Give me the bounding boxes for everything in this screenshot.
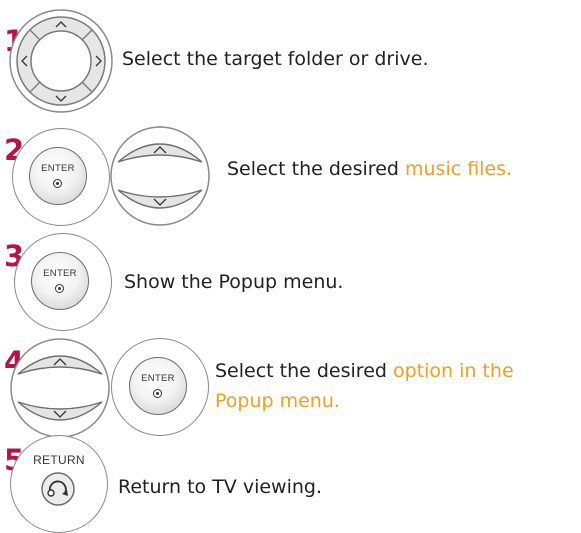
enter-button-icon: ENTER: [129, 357, 187, 415]
step-description: Select the desired music files.: [227, 158, 513, 180]
highlight-text: option in the: [393, 360, 514, 382]
enter-button-icon: ENTER: [29, 147, 87, 205]
enter-dot-icon: [55, 284, 64, 293]
enter-button-label: ENTER: [141, 373, 175, 384]
enter-button-label: ENTER: [41, 163, 75, 174]
return-button-label: RETURN: [33, 453, 85, 467]
navigation-pad-icon: [9, 9, 113, 113]
step-description: Return to TV viewing.: [118, 476, 323, 498]
up-down-buttons-icon: [110, 126, 210, 226]
enter-dot-icon: [153, 389, 162, 398]
step-description: Show the Popup menu.: [124, 271, 344, 293]
enter-dot-icon: [53, 179, 62, 188]
up-down-buttons-icon: [10, 338, 110, 438]
step-2: 2 ENTER Select the desired music files.: [0, 110, 581, 226]
step-5: 5 RETURN Return to TV viewing.: [0, 425, 581, 533]
enter-button-icon: ENTER: [31, 252, 89, 310]
step-4: 4 ENTER Select the desired option in the…: [0, 322, 581, 438]
highlight-text: music files.: [405, 158, 513, 180]
step-description: Select the target folder or drive.: [122, 48, 429, 70]
highlight-text-line2: Popup menu.: [215, 390, 340, 412]
step-1: 1 Select the target folder or drive.: [0, 0, 581, 113]
step-3: 3 ENTER Show the Popup menu.: [0, 215, 581, 331]
step-description: Select the desired option in the: [215, 360, 514, 382]
return-arrow-icon: [41, 472, 75, 506]
enter-button-label: ENTER: [43, 268, 77, 279]
